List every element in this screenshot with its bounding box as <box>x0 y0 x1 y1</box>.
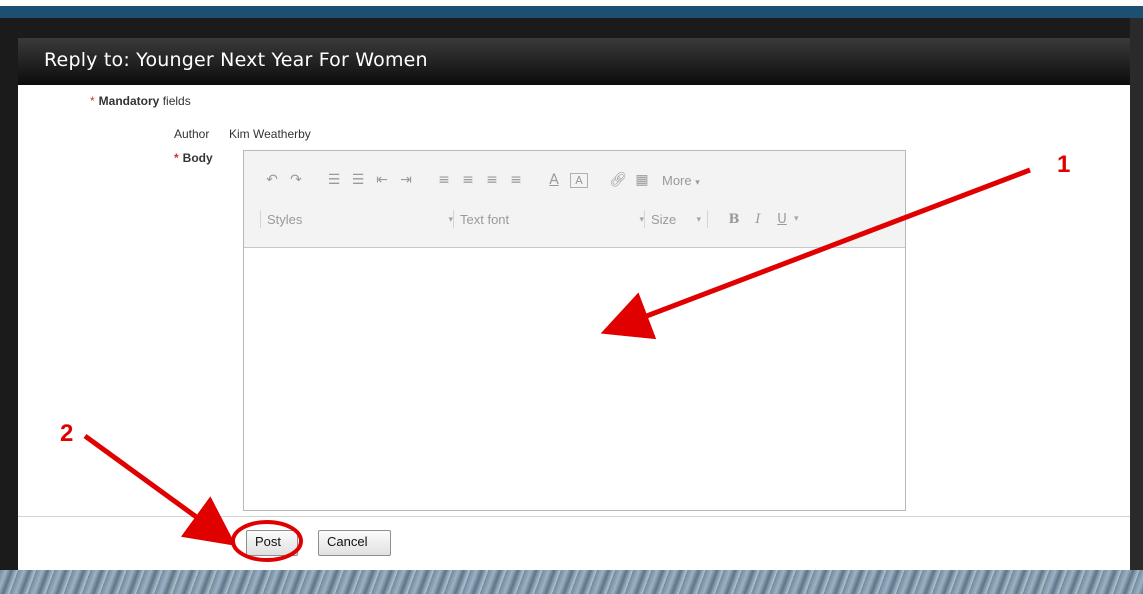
font-dropdown[interactable]: Text font ▾ <box>453 210 644 228</box>
table-icon[interactable]: ▦ <box>630 172 654 188</box>
more-label: More <box>662 172 692 188</box>
editor-toolbar: ↶ ↷ ☰ ☰ ⇤ ⇥ ≡ ≡ ≡ ≡ A A 🔗︎ ▦ More ▾ Styl… <box>244 151 905 248</box>
frame-right-edge <box>1130 18 1143 594</box>
styles-label: Styles <box>267 211 303 227</box>
desktop-wallpaper <box>0 570 1143 594</box>
undo-icon[interactable]: ↶ <box>260 172 284 188</box>
background-color-icon[interactable]: A <box>570 172 588 188</box>
align-right-icon[interactable]: ≡ <box>480 172 504 188</box>
text-color-icon[interactable]: A <box>542 172 566 188</box>
mandatory-note: * Mandatory fields <box>90 94 191 108</box>
italic-button[interactable]: I <box>746 212 770 227</box>
annotation-label-2: 2 <box>60 420 74 447</box>
mandatory-bold: Mandatory <box>98 94 160 108</box>
post-button[interactable]: Post <box>246 530 298 556</box>
bulleted-list-icon[interactable]: ☰ <box>346 172 370 188</box>
chevron-down-icon: ▾ <box>695 176 700 187</box>
font-label: Text font <box>460 211 510 227</box>
numbered-list-icon[interactable]: ☰ <box>322 172 346 188</box>
body-label-text: Body <box>182 151 213 165</box>
dialog-header: Reply to: Younger Next Year For Women <box>18 38 1130 85</box>
increase-indent-icon[interactable]: ⇥ <box>394 172 418 188</box>
size-dropdown[interactable]: Size ▾ <box>644 210 708 228</box>
underline-button[interactable]: U <box>770 212 794 227</box>
size-label: Size <box>651 211 677 227</box>
cancel-button[interactable]: Cancel <box>318 530 391 556</box>
toolbar-row-2: Styles ▾ Text font ▾ Size ▾ B I U ▾ <box>260 207 799 231</box>
body-label: * Body <box>174 151 213 165</box>
bold-button[interactable]: B <box>722 212 746 227</box>
align-center-icon[interactable]: ≡ <box>456 172 480 188</box>
justify-icon[interactable]: ≡ <box>504 172 528 188</box>
body-text-area[interactable] <box>244 248 905 510</box>
styles-dropdown[interactable]: Styles ▾ <box>260 210 453 228</box>
chevron-down-icon: ▾ <box>696 213 701 224</box>
link-icon[interactable]: 🔗︎ <box>606 172 630 188</box>
author-value: Kim Weatherby <box>229 127 311 141</box>
align-left-icon[interactable]: ≡ <box>432 172 456 188</box>
toolbar-row-1: ↶ ↷ ☰ ☰ ⇤ ⇥ ≡ ≡ ≡ ≡ A A 🔗︎ ▦ More ▾ <box>260 168 700 192</box>
dialog-footer: Post Cancel <box>18 516 1130 571</box>
decrease-indent-icon[interactable]: ⇤ <box>370 172 394 188</box>
mandatory-rest: fields <box>159 94 191 108</box>
author-label: Author <box>174 127 210 141</box>
required-star: * <box>174 151 179 165</box>
top-instruction-strip <box>0 0 1143 18</box>
chevron-down-icon[interactable]: ▾ <box>794 214 799 224</box>
reply-dialog: Reply to: Younger Next Year For Women * M… <box>18 38 1130 571</box>
annotation-label-1: 1 <box>1057 151 1071 178</box>
required-star: * <box>90 94 95 108</box>
more-menu[interactable]: More ▾ <box>662 173 700 188</box>
body-editor: ↶ ↷ ☰ ☰ ⇤ ⇥ ≡ ≡ ≡ ≡ A A 🔗︎ ▦ More ▾ Styl… <box>243 150 906 511</box>
redo-icon[interactable]: ↷ <box>284 172 308 188</box>
browser-top-bar <box>0 6 1143 18</box>
dialog-title: Reply to: Younger Next Year For Women <box>44 49 428 71</box>
